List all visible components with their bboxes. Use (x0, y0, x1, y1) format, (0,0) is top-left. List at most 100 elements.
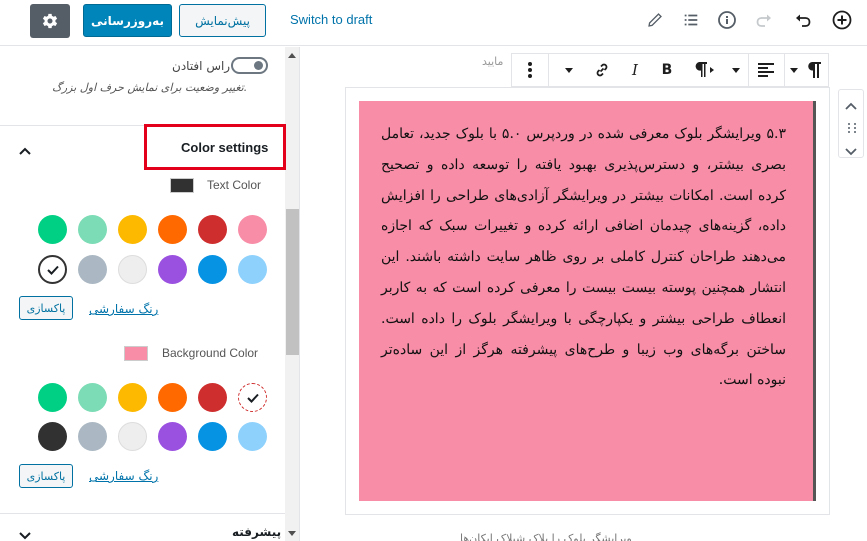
more-vertical-icon (528, 62, 532, 78)
align-left-icon (758, 63, 774, 77)
chevron-down-icon (845, 148, 857, 156)
text-color-clear-button[interactable]: پاکسازی (19, 296, 73, 320)
text-color-swatch-vivid-green[interactable] (38, 215, 67, 244)
text-color-swatch-pale-pink[interactable] (238, 215, 267, 244)
text-color-swatch-orange[interactable] (158, 215, 187, 244)
bg-custom-color-link[interactable]: رنگ سفارشی (89, 469, 158, 483)
pencil-icon (648, 13, 662, 27)
advanced-toggle[interactable] (18, 528, 32, 541)
panel-divider (0, 513, 285, 514)
caret-down-icon (790, 67, 798, 73)
list-view-icon (684, 14, 698, 26)
drag-handle[interactable] (846, 119, 858, 138)
redo-button[interactable] (752, 8, 776, 32)
chevron-up-icon (19, 147, 31, 155)
drop-cap-label: راس افتادن (172, 59, 231, 73)
move-down-button[interactable] (845, 141, 857, 160)
advanced-panel-title[interactable]: پیشرفته (232, 525, 281, 539)
list-view-button[interactable] (679, 8, 703, 32)
rtl-dropdown[interactable] (728, 54, 744, 86)
text-color-swatch-cyan-gray[interactable] (78, 255, 107, 284)
text-color-swatch-white-selected[interactable] (38, 255, 67, 284)
partial-text: مایید (482, 55, 504, 68)
text-color-swatch-light-green[interactable] (78, 215, 107, 244)
drop-cap-toggle[interactable] (231, 57, 268, 74)
rtl-button[interactable] (690, 54, 720, 86)
chevron-down-icon (19, 532, 31, 540)
tools-button[interactable] (643, 8, 667, 32)
text-color-swatch-amber[interactable] (118, 215, 147, 244)
highlight-box (144, 124, 286, 170)
caret-down-icon (565, 67, 573, 73)
bg-color-swatch-white[interactable] (238, 383, 267, 412)
toolbar-separator (748, 54, 749, 86)
drag-handle-icon (848, 123, 856, 133)
check-icon (46, 265, 59, 275)
switch-to-draft-link[interactable]: Switch to draft (290, 12, 372, 27)
drop-cap-help: تغییر وضعیت برای نمایش حرف اول بزرگ. (52, 81, 248, 94)
block-toolbar: I B (511, 53, 829, 87)
preview-button[interactable]: پیش‌نمایش (179, 4, 266, 37)
block-type-dropdown[interactable] (788, 54, 800, 86)
text-color-label: Text Color (207, 178, 262, 192)
block-mover (838, 89, 864, 158)
update-button[interactable]: به‌روزرسانی (83, 4, 172, 37)
move-up-button[interactable] (845, 97, 857, 116)
more-options-button[interactable] (516, 54, 544, 86)
paragraph-block[interactable]: ۵.۳ ویرایشگر بلوک معرفی شده در وردپرس ۵.… (359, 101, 816, 501)
gear-icon (42, 13, 58, 29)
scroll-up-arrow-icon[interactable] (288, 53, 296, 58)
settings-button[interactable] (30, 4, 70, 38)
settings-sidebar: راس افتادن تغییر وضعیت برای نمایش حرف او… (0, 47, 300, 541)
info-button[interactable] (715, 8, 739, 32)
link-button[interactable] (588, 54, 616, 86)
background-color-indicator (124, 346, 148, 361)
bg-color-swatch-black[interactable] (38, 422, 67, 451)
top-toolbar: به‌روزرسانی پیش‌نمایش Switch to draft (0, 0, 867, 46)
scroll-down-arrow-icon[interactable] (288, 531, 296, 536)
bg-color-clear-button[interactable]: پاکسازی (19, 464, 73, 488)
toolbar-separator (784, 54, 785, 86)
bg-color-swatch-cyan-gray[interactable] (78, 422, 107, 451)
redo-icon (756, 14, 771, 27)
block-type-button[interactable] (802, 54, 826, 86)
italic-icon: I (632, 61, 638, 79)
color-settings-toggle[interactable] (18, 143, 32, 157)
bg-color-swatch-vivid-red[interactable] (198, 383, 227, 412)
bg-color-swatch-light-green[interactable] (78, 383, 107, 412)
rtl-icon (695, 62, 714, 77)
bg-color-swatch-pale-cyan[interactable] (238, 422, 267, 451)
bg-color-swatch-orange[interactable] (158, 383, 187, 412)
add-block-icon (832, 10, 852, 30)
info-icon (718, 11, 736, 29)
toolbar-separator (548, 54, 549, 86)
check-icon (246, 393, 259, 403)
text-color-swatch-light-gray[interactable] (118, 255, 147, 284)
paragraph-icon (808, 62, 821, 78)
bg-color-swatch-purple[interactable] (158, 422, 187, 451)
sidebar-scrollbar-thumb[interactable] (286, 209, 299, 355)
bold-button[interactable]: B (654, 54, 680, 86)
text-custom-color-link[interactable]: رنگ سفارشی (89, 302, 158, 316)
more-formats-dropdown[interactable] (556, 54, 582, 86)
text-color-swatch-pale-cyan[interactable] (238, 255, 267, 284)
italic-button[interactable]: I (622, 54, 648, 86)
next-block-text: ویرایشگر بلوک را بلاک شیلاک ایکان‌ها (460, 532, 632, 541)
bg-color-swatch-amber[interactable] (118, 383, 147, 412)
text-color-swatch-vivid-red[interactable] (198, 215, 227, 244)
text-color-swatch-vivid-cyan[interactable] (198, 255, 227, 284)
toggle-knob (254, 61, 263, 70)
text-color-indicator (170, 178, 194, 193)
align-button[interactable] (752, 54, 780, 86)
bg-color-swatch-light-gray[interactable] (118, 422, 147, 451)
text-color-swatch-purple[interactable] (158, 255, 187, 284)
undo-button[interactable] (791, 8, 815, 32)
bg-color-swatch-vivid-green[interactable] (38, 383, 67, 412)
chevron-up-icon (845, 102, 857, 110)
caret-down-icon (732, 67, 740, 73)
undo-icon (796, 14, 811, 27)
link-icon (596, 63, 608, 77)
add-block-button[interactable] (830, 8, 854, 32)
background-color-label: Background Color (162, 346, 259, 360)
bg-color-swatch-vivid-cyan[interactable] (198, 422, 227, 451)
